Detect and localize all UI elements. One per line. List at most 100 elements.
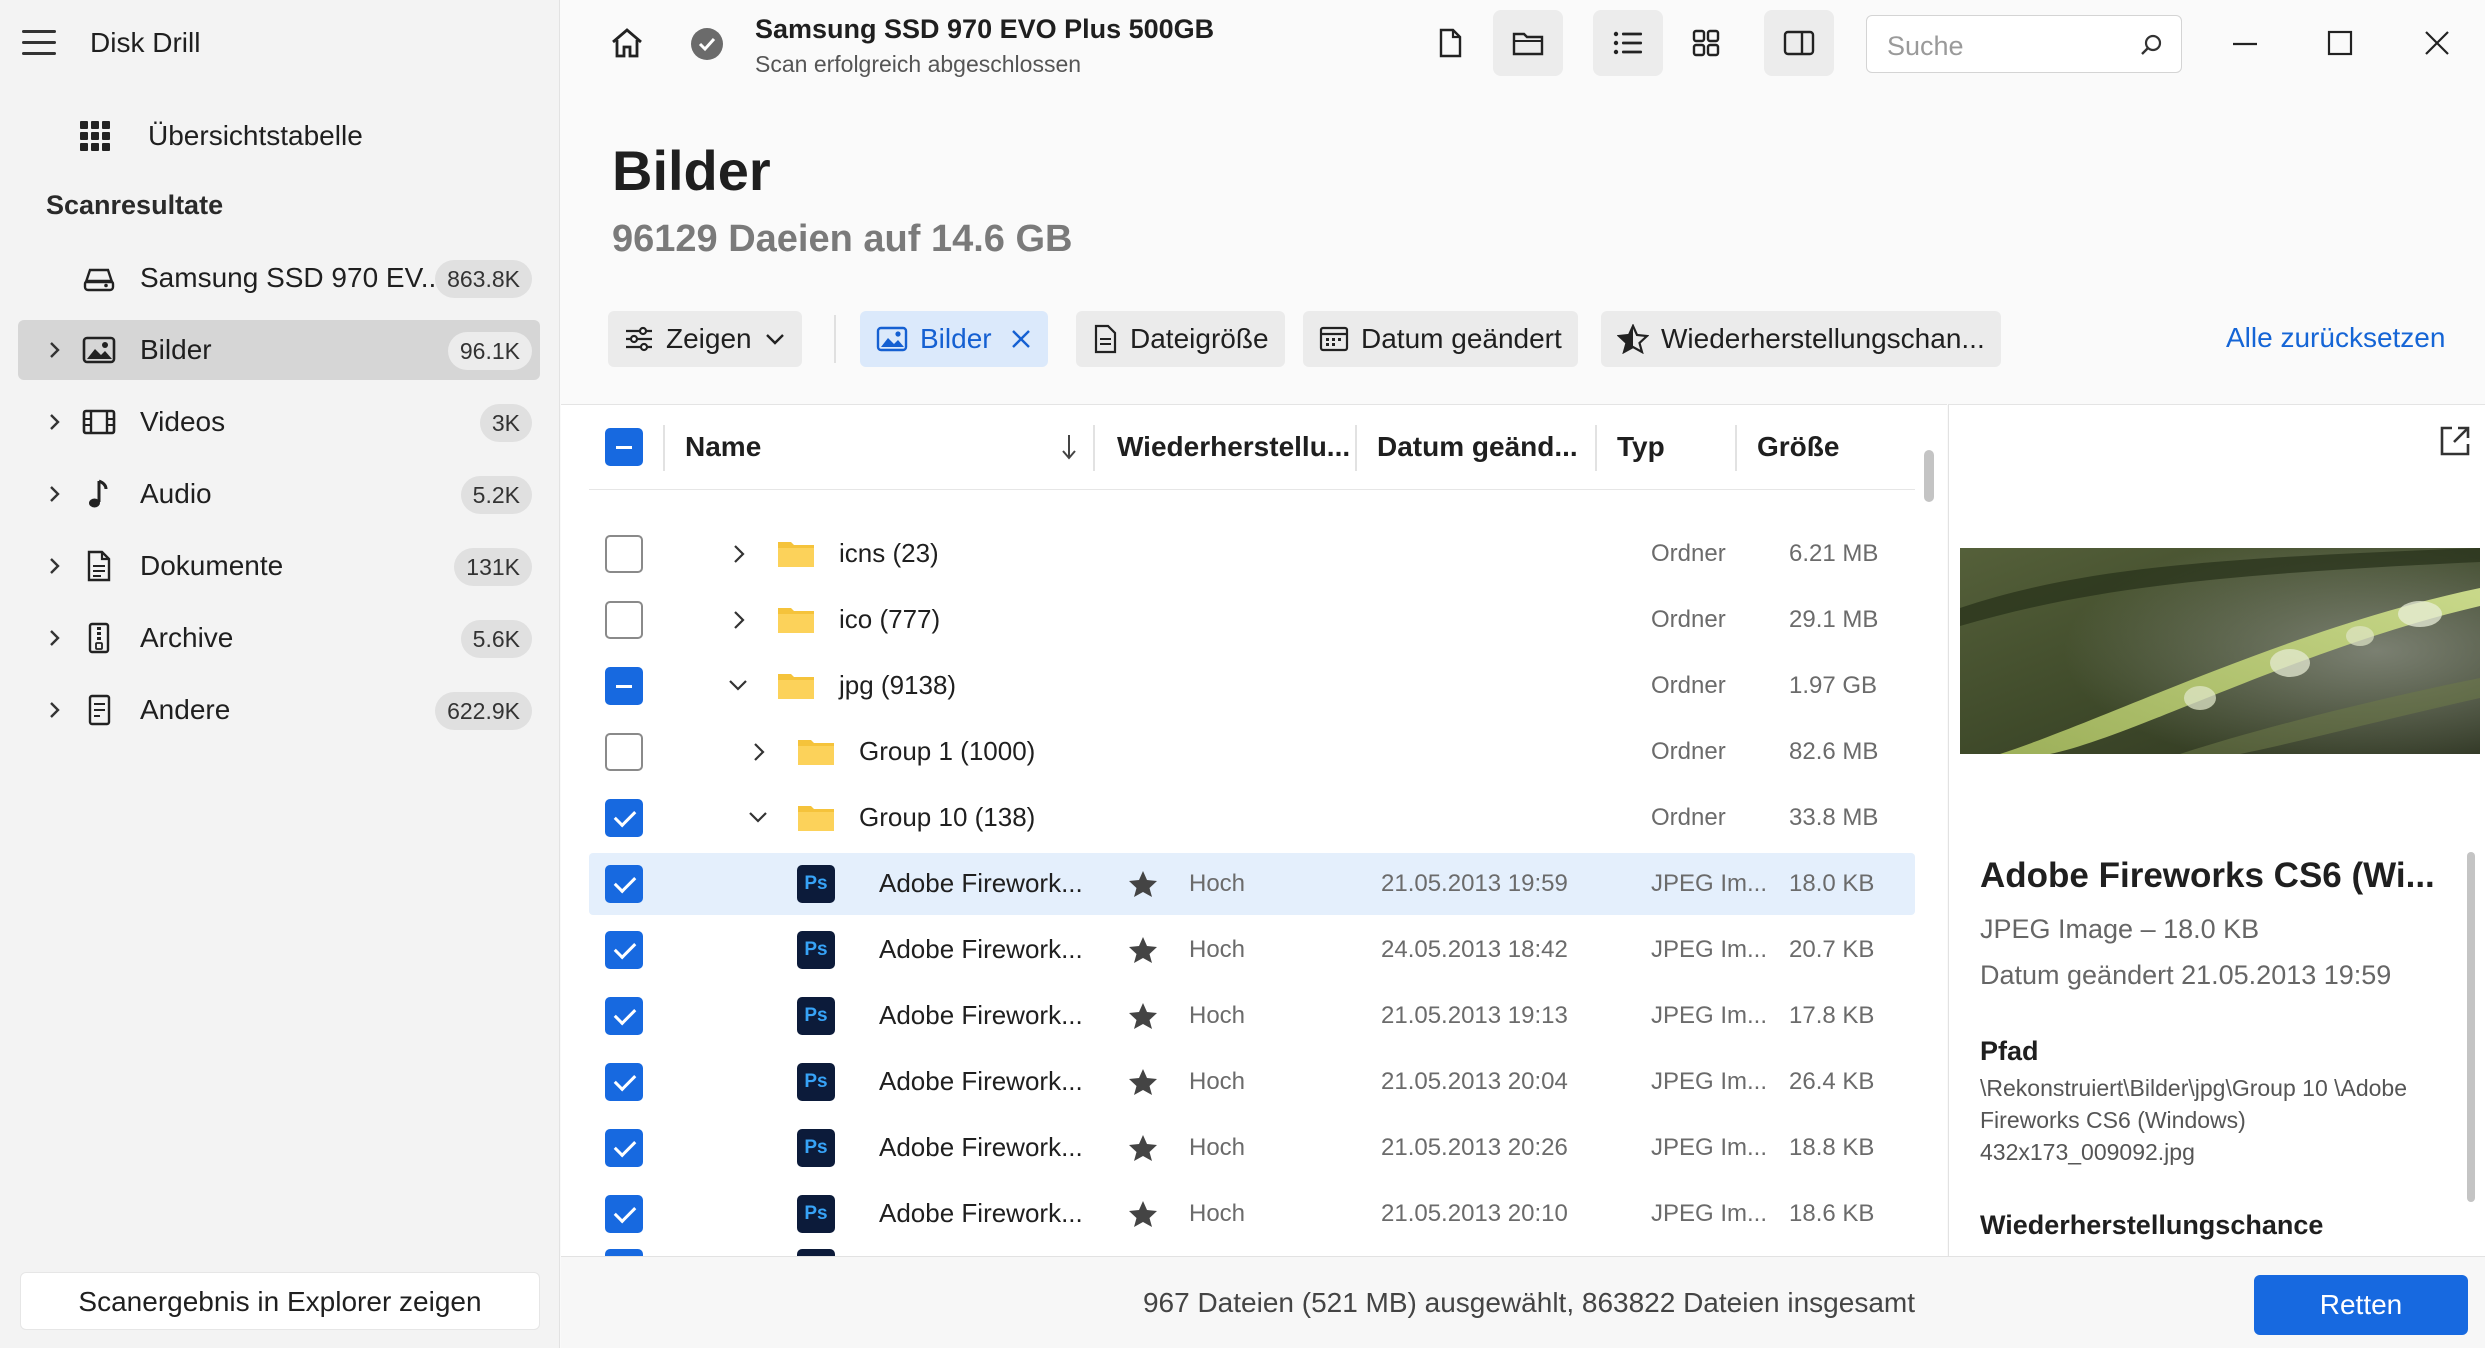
select-all-checkbox[interactable] — [605, 428, 643, 466]
row-checkbox[interactable] — [605, 667, 643, 705]
table-row[interactable]: icns (23) Ordner 6.21 MB — [589, 523, 1915, 585]
sidebar-item-device[interactable]: Samsung SSD 970 EV... 863.8K — [18, 248, 540, 308]
chevron-down-icon[interactable] — [747, 807, 769, 827]
table-row[interactable]: Group 1 (1000) Ordner 82.6 MB — [589, 721, 1915, 783]
column-divider — [1355, 425, 1357, 471]
reset-all-link[interactable]: Alle zurücksetzen — [2226, 322, 2445, 354]
chevron-right-icon[interactable] — [42, 482, 66, 506]
filter-label: Datum geändert — [1361, 323, 1562, 354]
image-icon — [876, 326, 908, 352]
file-type: JPEG Im... — [1651, 936, 1768, 963]
file-size-filter-button[interactable]: Dateigröße — [1076, 311, 1285, 367]
page-title: Bilder — [612, 139, 771, 202]
recover-button[interactable]: Retten — [2254, 1275, 2468, 1335]
table-row[interactable]: Ps Adobe Firework... Hoch 21.05.2013 20:… — [589, 1117, 1915, 1179]
file-size: 17.8 KB — [1789, 1002, 1875, 1029]
row-checkbox[interactable] — [605, 1129, 643, 1167]
table-row[interactable]: Group 10 (138) Ordner 33.8 MB — [589, 787, 1915, 849]
file-size: 33.8 MB — [1789, 804, 1879, 831]
sidebar-item-label: Samsung SSD 970 EV... — [140, 262, 445, 293]
row-checkbox[interactable] — [605, 931, 643, 969]
sidebar-item-audio[interactable]: Audio 5.2K — [18, 464, 540, 524]
table-scrollbar[interactable] — [1924, 450, 1934, 502]
show-in-explorer-button[interactable]: Scanergebnis in Explorer zeigen — [20, 1272, 540, 1330]
sidebar-item-videos[interactable]: Videos 3K — [18, 392, 540, 452]
remove-filter-icon[interactable] — [1010, 328, 1032, 350]
table-row[interactable]: ico (777) Ordner 29.1 MB — [589, 589, 1915, 651]
column-header-name[interactable]: Name — [685, 405, 761, 489]
photoshop-file-icon: Ps — [797, 997, 835, 1035]
list-view-button[interactable] — [1593, 10, 1663, 76]
column-header-size[interactable]: Größe — [1757, 405, 1839, 489]
sidebar-item-documents[interactable]: Dokumente 131K — [18, 536, 540, 596]
sidebar-item-images[interactable]: Bilder 96.1K — [18, 320, 540, 380]
chevron-right-icon[interactable] — [729, 543, 749, 565]
home-icon[interactable] — [609, 26, 645, 60]
photoshop-file-icon: Ps — [797, 931, 835, 969]
document-icon — [87, 550, 111, 582]
file-name: jpg (9138) — [839, 670, 957, 700]
images-filter-chip[interactable]: Bilder — [860, 311, 1048, 367]
grid-view-button[interactable] — [1671, 10, 1741, 76]
count-badge: 5.6K — [460, 620, 532, 658]
table-row[interactable]: Ps Adobe Firework... Hoch 21.05.2013 20:… — [589, 1051, 1915, 1113]
chevron-right-icon[interactable] — [42, 410, 66, 434]
row-checkbox[interactable] — [605, 535, 643, 573]
maximize-icon[interactable] — [2327, 30, 2353, 56]
sort-down-icon[interactable] — [1059, 433, 1079, 461]
folder-icon — [1512, 32, 1544, 56]
table-row[interactable]: Ps Adobe Firework... Hoch 24.05.2013 18:… — [589, 919, 1915, 981]
chevron-down-icon[interactable] — [727, 675, 749, 695]
count-badge: 3K — [479, 404, 532, 442]
close-icon[interactable] — [2424, 30, 2450, 56]
file-name: Adobe Firework... — [879, 1198, 1083, 1228]
list-icon — [1613, 31, 1642, 55]
open-external-icon[interactable] — [2438, 424, 2472, 458]
image-preview — [1960, 548, 2480, 754]
table-row[interactable]: Ps Adobe Firework... Hoch 21.05.2013 20:… — [589, 1183, 1915, 1245]
chevron-right-icon[interactable] — [42, 554, 66, 578]
row-checkbox[interactable] — [605, 601, 643, 639]
row-checkbox[interactable] — [605, 997, 643, 1035]
grid-view-icon — [1692, 29, 1720, 57]
preview-panel-toggle[interactable] — [1764, 10, 1834, 76]
column-header-date[interactable]: Datum geänd... — [1377, 405, 1578, 489]
file-size: 18.6 KB — [1789, 1200, 1875, 1227]
file-view-button[interactable] — [1415, 10, 1485, 76]
sidebar-item-label: Dokumente — [140, 550, 284, 581]
row-checkbox[interactable] — [605, 733, 643, 771]
chevron-right-icon[interactable] — [729, 609, 749, 631]
chevron-right-icon[interactable] — [42, 626, 66, 650]
column-header-type[interactable]: Typ — [1617, 405, 1665, 489]
recovery-chance-filter-button[interactable]: Wiederherstellungschan... — [1601, 311, 2001, 367]
sidebar-item-other[interactable]: Andere 622.9K — [18, 680, 540, 740]
sidebar-item-archive[interactable]: Archive 5.6K — [18, 608, 540, 668]
table-row[interactable]: Ps Adobe Firework... Hoch 21.05.2013 19:… — [589, 985, 1915, 1047]
table-row[interactable]: jpg (9138) Ordner 1.97 GB — [589, 655, 1915, 717]
column-divider — [663, 425, 665, 471]
table-row[interactable]: Ps Adobe Firework... Hoch 21.05.2013 19:… — [589, 853, 1915, 915]
chevron-right-icon[interactable] — [42, 338, 66, 362]
sliders-icon — [626, 326, 652, 352]
file-type: JPEG Im... — [1651, 1134, 1768, 1161]
row-checkbox[interactable] — [605, 1063, 643, 1101]
date-filter-button[interactable]: Datum geändert — [1303, 311, 1578, 367]
minimize-icon[interactable] — [2232, 36, 2258, 52]
row-checkbox[interactable] — [605, 799, 643, 837]
show-filter-button[interactable]: Zeigen — [608, 311, 802, 367]
search-input[interactable]: Suche — [1866, 15, 2182, 73]
file-path: \Rekonstruiert\Bilder\jpg\Group 10 \Adob… — [1980, 1075, 2408, 1165]
sidebar-item-overview[interactable]: Übersichtstabelle — [80, 112, 363, 160]
row-checkbox[interactable] — [605, 865, 643, 903]
hamburger-menu-icon[interactable] — [22, 30, 56, 56]
chevron-right-icon[interactable] — [42, 698, 66, 722]
other-file-icon — [88, 694, 111, 726]
file-size: 20.7 KB — [1789, 936, 1875, 963]
chevron-right-icon[interactable] — [749, 741, 769, 763]
row-checkbox[interactable] — [605, 1195, 643, 1233]
column-header-recovery[interactable]: Wiederherstellu... — [1117, 405, 1350, 489]
partial-row — [589, 1243, 1915, 1257]
preview-scrollbar[interactable] — [2467, 852, 2475, 1202]
sidebar-item-label: Andere — [140, 694, 231, 725]
folder-view-button[interactable] — [1493, 10, 1563, 76]
